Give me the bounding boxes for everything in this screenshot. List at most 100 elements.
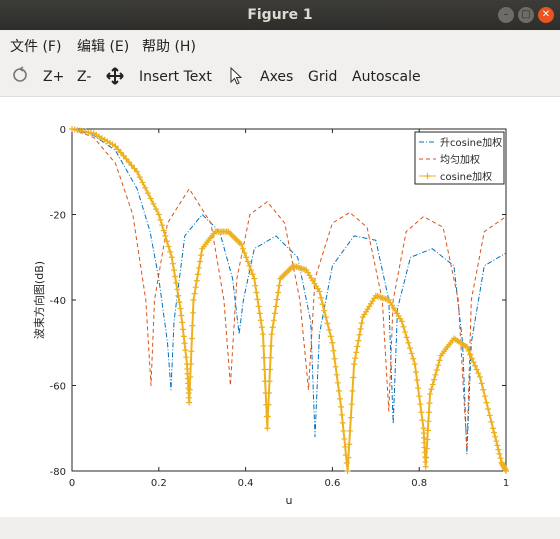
- plus-marker: [270, 317, 277, 324]
- plus-marker: [338, 411, 345, 418]
- x-tick-label: 1: [503, 478, 509, 489]
- plus-marker: [269, 324, 276, 331]
- plus-marker: [494, 442, 501, 449]
- plus-marker: [178, 312, 185, 319]
- plus-marker: [259, 331, 266, 338]
- axes-button[interactable]: Axes: [260, 69, 293, 85]
- plus-marker: [353, 349, 360, 356]
- plus-marker: [261, 366, 268, 373]
- plus-marker: [347, 414, 354, 421]
- plus-marker: [276, 282, 283, 289]
- y-tick-label: -80: [50, 467, 66, 478]
- plus-marker: [197, 258, 204, 265]
- plus-marker: [338, 403, 345, 410]
- plus-marker: [258, 324, 265, 331]
- x-tick-label: 0: [69, 478, 75, 489]
- plus-marker: [344, 468, 351, 474]
- menu-bar: 文件 (F) 编辑 (E) 帮助 (H): [0, 30, 560, 58]
- menu-file[interactable]: 文件 (F): [10, 36, 61, 56]
- plus-marker: [268, 331, 275, 338]
- plus-marker: [187, 361, 194, 368]
- plus-marker: [260, 342, 267, 349]
- plus-marker: [335, 387, 342, 394]
- legend-label: 升cosine加权: [440, 136, 502, 149]
- plus-marker: [425, 418, 432, 425]
- autoscale-button[interactable]: Autoscale: [352, 69, 421, 85]
- minimize-button[interactable]: –: [498, 7, 514, 23]
- plus-marker: [436, 357, 443, 364]
- plus-marker: [272, 303, 279, 310]
- plus-marker: [350, 374, 357, 381]
- maximize-button[interactable]: □: [518, 7, 534, 23]
- status-bar: [0, 517, 560, 539]
- toolbar: Z+ Z- Insert Text Axes Grid Autoscale: [0, 58, 560, 97]
- plus-marker: [192, 284, 199, 291]
- zoom-in-button[interactable]: Z+: [43, 69, 64, 85]
- plus-marker: [433, 367, 440, 374]
- plus-marker: [183, 354, 190, 361]
- plus-marker: [492, 433, 499, 440]
- plus-marker: [432, 371, 439, 378]
- plus-marker: [426, 400, 433, 407]
- plus-marker: [333, 371, 340, 378]
- plus-marker: [179, 319, 186, 326]
- select-button[interactable]: [229, 66, 243, 89]
- x-tick-label: 0.8: [411, 478, 427, 489]
- plus-marker: [266, 378, 273, 385]
- plus-marker: [483, 399, 490, 406]
- y-tick-label: 0: [60, 125, 66, 136]
- menu-edit[interactable]: 编辑 (E): [77, 36, 129, 56]
- plus-marker: [334, 379, 341, 386]
- plus-marker: [489, 425, 496, 432]
- plus-marker: [341, 435, 348, 442]
- zoom-out-button[interactable]: Z-: [77, 69, 91, 85]
- x-tick-label: 0.2: [151, 478, 167, 489]
- plus-marker: [167, 248, 174, 255]
- x-tick-label: 0.6: [324, 478, 340, 489]
- figure-canvas[interactable]: 0 0.2 0.4 0.6 0.8 1 0 -20 -40 -60 -80 升cosine加权 均匀加…: [0, 97, 560, 517]
- rotate-button[interactable]: [11, 66, 29, 88]
- plus-marker: [485, 406, 492, 413]
- pan-button[interactable]: [106, 67, 124, 89]
- plus-marker: [194, 271, 201, 278]
- plus-marker: [190, 297, 197, 303]
- plus-marker: [169, 260, 176, 267]
- plus-marker: [495, 446, 502, 453]
- plus-marker: [324, 320, 331, 327]
- plus-marker: [255, 303, 262, 310]
- grid-button[interactable]: Grid: [308, 69, 337, 85]
- close-button[interactable]: ✕: [538, 7, 554, 23]
- plus-marker: [481, 393, 488, 400]
- plus-marker: [497, 455, 504, 462]
- plus-marker: [332, 363, 339, 370]
- plus-marker: [435, 362, 442, 369]
- insert-text-button[interactable]: Insert Text: [139, 69, 212, 85]
- plus-marker: [176, 299, 183, 306]
- plus-marker: [354, 343, 361, 350]
- plus-marker: [264, 425, 271, 432]
- plus-marker: [428, 386, 435, 393]
- plus-marker: [180, 333, 187, 340]
- plus-marker: [429, 381, 436, 388]
- plus-marker: [414, 377, 421, 384]
- menu-help[interactable]: 帮助 (H): [142, 36, 196, 56]
- plus-marker: [357, 325, 364, 332]
- title-bar: Figure 1 – □ ✕: [0, 0, 560, 30]
- plus-marker: [417, 401, 424, 408]
- plus-marker: [351, 361, 358, 368]
- plus-marker: [331, 355, 338, 362]
- plus-marker: [177, 305, 184, 312]
- pointer-icon: [230, 66, 243, 85]
- plus-marker: [174, 286, 181, 293]
- plus-marker: [271, 310, 278, 317]
- plus-marker: [403, 334, 410, 341]
- plus-marker: [358, 319, 365, 326]
- chart: 0 0.2 0.4 0.6 0.8 1 0 -20 -40 -60 -80 升cosine加权均匀加…: [32, 125, 509, 507]
- plus-marker: [186, 399, 193, 406]
- plus-marker: [496, 450, 503, 457]
- plus-marker: [410, 355, 417, 362]
- legend-label: cosine加权: [440, 170, 492, 183]
- plus-marker: [193, 277, 200, 284]
- plus-marker: [415, 385, 422, 392]
- plus-marker: [340, 427, 347, 434]
